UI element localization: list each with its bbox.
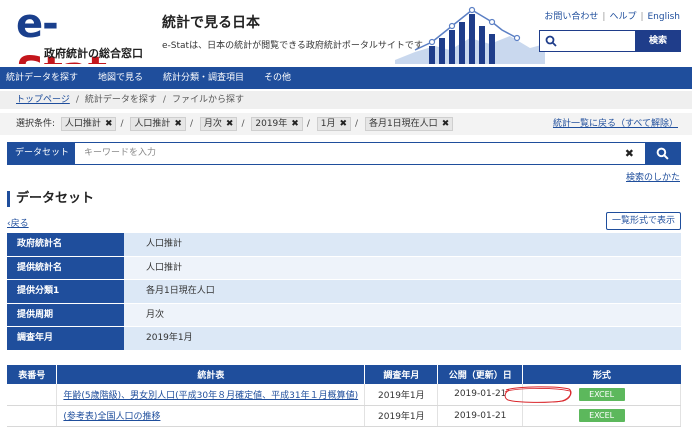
col-header-period: 調査年月 — [364, 365, 439, 384]
info-value: 月次 — [124, 303, 681, 327]
clear-icon[interactable]: ✖ — [625, 143, 634, 164]
table-date: 2019-01-21 — [437, 405, 524, 427]
info-key: 提供統計名 — [7, 256, 124, 280]
header-chart-decoration — [395, 6, 545, 64]
reset-conditions-link[interactable]: 統計一覧に戻る（すべて解除） — [553, 113, 678, 135]
site-description: e-Statは、日本の統計が閲覧できる政府統計ポータルサイトです — [162, 41, 423, 51]
col-header-title: 統計表 — [56, 365, 366, 384]
site-header: e-Stat 政府統計の総合窓口 統計で見る日本 e-Statは、日本の統計が閲… — [0, 0, 692, 64]
info-row: 提供統計名 人口推計 — [7, 256, 681, 281]
info-key: 提供周期 — [7, 303, 124, 327]
excel-download-button[interactable]: EXCEL — [578, 387, 625, 401]
search-icon — [656, 147, 669, 160]
col-header-number: 表番号 — [7, 365, 58, 384]
info-row: 提供分類1 各月1日現在人口 — [7, 280, 681, 304]
selected-conditions: 選択条件: 人口推計 ✖ / 人口推計 ✖ / 月次 ✖/ 2019年 ✖/ 1月 ✖ / 各月… — [0, 113, 692, 135]
table-title-cell: (参考表)全国人口の推移 — [56, 405, 366, 427]
nav-classification[interactable]: 統計分類・調査項目 — [157, 67, 258, 89]
remove-icon[interactable]: ✖ — [174, 119, 182, 129]
site-search-input[interactable]: 検索 — [539, 30, 681, 52]
table-format-cell: EXCEL — [522, 405, 681, 427]
annotation-circle — [504, 386, 572, 403]
breadcrumb-home[interactable]: トップページ — [16, 95, 70, 105]
global-nav: 統計データを探す 地図で見る 統計分類・調査項目 その他 — [0, 67, 692, 89]
help-link[interactable]: ヘルプ — [609, 12, 636, 22]
condition-chip[interactable]: 2019年 ✖ — [251, 116, 303, 131]
chevron-down-icon: ▼ — [18, 172, 24, 180]
info-key: 提供分類1 — [7, 280, 124, 303]
col-header-format: 形式 — [522, 365, 681, 384]
info-value: 2019年1月 — [124, 327, 681, 350]
logo-subtitle: 政府統計の総合窓口 — [44, 47, 143, 60]
stats-table: 表番号 統計表 調査年月 公開（更新）日 形式 年齢(5歳階級)、男女別人口(平… — [7, 365, 681, 427]
remove-icon[interactable]: ✖ — [291, 119, 299, 129]
info-row: 提供周期 月次 — [7, 303, 681, 328]
english-link[interactable]: English — [648, 12, 681, 22]
table-title-link[interactable]: 年齢(5歳階級)、男女別人口(平成30年８月確定値、平成31年１月概算値) — [57, 391, 358, 401]
table-row: (参考表)全国人口の推移 2019年1月 2019-01-21 EXCEL — [7, 405, 681, 427]
utility-links: お問い合わせ | ヘルプ | English — [544, 12, 681, 22]
col-header-date: 公開（更新）日 — [437, 365, 524, 384]
dataset-info-table: 政府統計名 人口推計 提供統計名 人口推計 提供分類1 各月1日現在人口 提供周期 月次… — [7, 233, 681, 351]
search-help-link[interactable]: 検索のしかた — [626, 170, 680, 183]
condition-chip[interactable]: 各月1日現在人口 ✖ — [364, 116, 454, 131]
nav-map[interactable]: 地図で見る — [92, 67, 157, 89]
condition-chip[interactable]: 人口推計 ✖ — [60, 116, 117, 131]
search-icon — [545, 35, 557, 47]
table-title-cell: 年齢(5歳階級)、男女別人口(平成30年８月確定値、平成31年１月概算値) — [56, 384, 366, 406]
dataset-search-bar: データセット▼ キーワードを入力 ✖ — [7, 142, 681, 180]
site-search-button[interactable]: 検索 — [635, 30, 681, 52]
nav-other[interactable]: その他 — [258, 67, 305, 89]
back-link[interactable]: ‹戻る — [7, 216, 29, 229]
info-value: 人口推計 — [124, 233, 681, 256]
remove-icon[interactable]: ✖ — [105, 119, 113, 129]
nav-find-data[interactable]: 統計データを探す — [0, 67, 92, 89]
estat-logo[interactable]: e-Stat 政府統計の総合窓口 — [16, 1, 143, 64]
info-row: 政府統計名 人口推計 — [7, 233, 681, 257]
breadcrumb: トップページ / 統計データを探す / ファイルから探す — [0, 91, 692, 109]
table-period: 2019年1月 — [364, 384, 439, 406]
info-key: 政府統計名 — [7, 233, 124, 256]
table-row: 年齢(5歳階級)、男女別人口(平成30年８月確定値、平成31年１月概算値) 20… — [7, 384, 681, 406]
list-view-button[interactable]: 一覧形式で表示 — [605, 212, 681, 230]
table-number — [7, 384, 58, 406]
info-row: 調査年月 2019年1月 — [7, 327, 681, 351]
table-title-link[interactable]: (参考表)全国人口の推移 — [57, 412, 160, 422]
table-period: 2019年1月 — [364, 405, 439, 427]
remove-icon[interactable]: ✖ — [442, 119, 450, 129]
breadcrumb-find-data: 統計データを探す — [84, 95, 157, 105]
search-scope-select[interactable]: データセット▼ — [7, 142, 75, 180]
remove-icon[interactable]: ✖ — [339, 119, 347, 129]
info-value: 人口推計 — [124, 256, 681, 280]
keyword-input[interactable]: キーワードを入力 — [84, 143, 156, 164]
info-value: 各月1日現在人口 — [124, 280, 681, 303]
dataset-search-button[interactable] — [645, 142, 681, 165]
section-title: データセット — [7, 191, 94, 207]
site-title: 統計で見る日本 — [162, 15, 260, 31]
conditions-label: 選択条件: — [16, 119, 56, 129]
info-key: 調査年月 — [7, 327, 124, 350]
excel-download-button[interactable]: EXCEL — [578, 409, 625, 422]
table-number — [7, 405, 58, 427]
condition-chip[interactable]: 1月 ✖ — [316, 116, 352, 131]
condition-chip[interactable]: 月次 ✖ — [199, 116, 238, 131]
contact-link[interactable]: お問い合わせ — [544, 12, 598, 22]
breadcrumb-current: ファイルから探す — [171, 95, 244, 105]
remove-icon[interactable]: ✖ — [226, 119, 234, 129]
condition-chip[interactable]: 人口推計 ✖ — [130, 116, 186, 131]
